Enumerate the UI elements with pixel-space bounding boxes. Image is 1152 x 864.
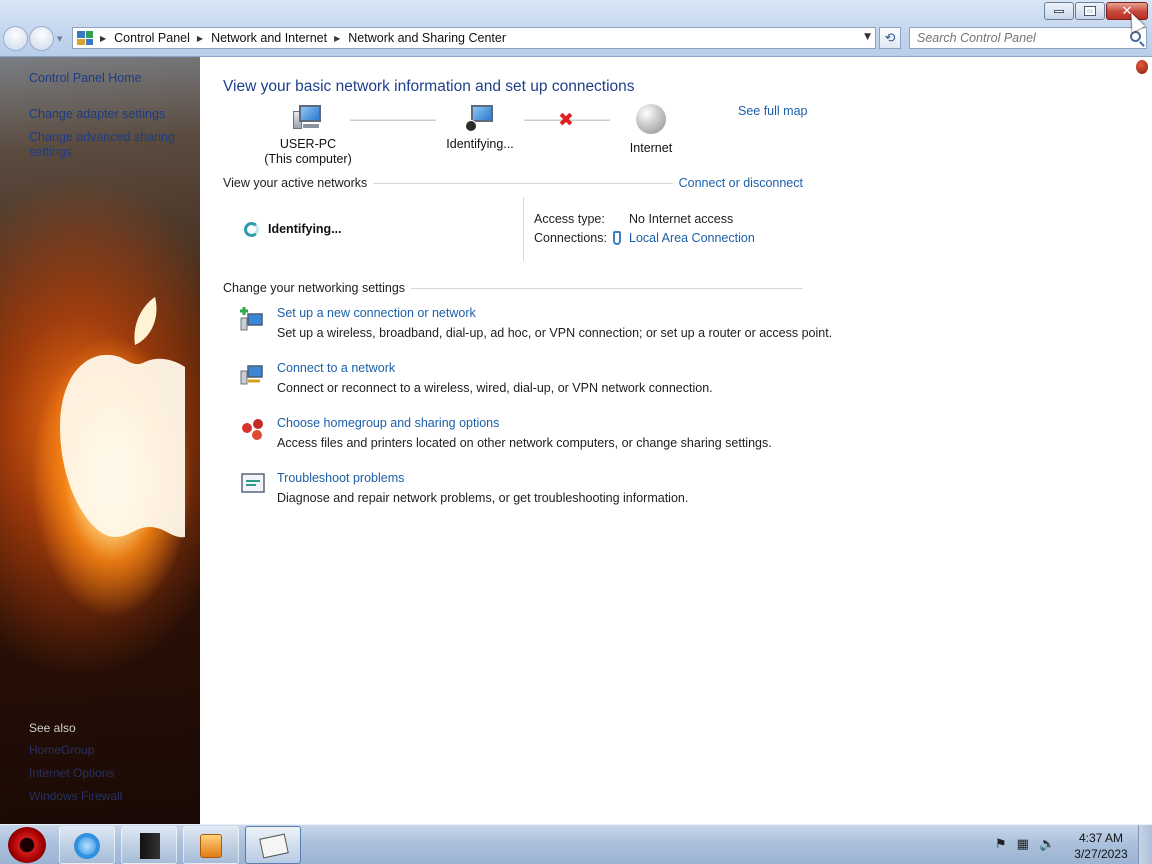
see-also-heading: See also <box>29 721 76 735</box>
taskbar: ⚑ ▦ 🔈 4:37 AM 3/27/2023 <box>0 824 1152 864</box>
troubleshoot-icon <box>241 473 265 493</box>
refresh-icon: ⟲ <box>884 30 896 46</box>
taskbar-control-panel[interactable] <box>245 826 301 864</box>
page-title: View your basic network information and … <box>223 78 635 95</box>
change-settings-header: Change your networking settings <box>223 281 803 295</box>
section-divider <box>373 182 673 184</box>
active-networks-title: View your active networks <box>223 176 368 190</box>
window-titlebar: ✕ ▼ ▶ Control Panel ▶ Network and Intern… <box>0 0 1152 57</box>
search-icon[interactable] <box>1130 31 1141 42</box>
left-navigation-pane: Control Panel Home Change adapter settin… <box>0 57 200 824</box>
system-clock[interactable]: 4:37 AM 3/27/2023 <box>1068 830 1134 862</box>
see-also-internet-options[interactable]: Internet Options <box>29 766 114 780</box>
internet-label: Internet <box>629 141 673 155</box>
setup-connection-link[interactable]: Set up a new connection or network <box>277 306 476 320</box>
search-box[interactable] <box>909 27 1147 49</box>
active-networks-header: View your active networks Connect or dis… <box>223 176 803 190</box>
system-tray: ⚑ ▦ 🔈 <box>995 837 1055 852</box>
new-connection-icon <box>240 307 263 331</box>
computer-name: USER-PC <box>279 137 337 151</box>
restore-icon <box>1084 6 1096 16</box>
network-details-divider <box>523 197 524 261</box>
network-identifying-icon <box>465 105 495 132</box>
taskbar-internet-explorer[interactable] <box>59 826 115 864</box>
network-icon[interactable]: ▦ <box>1017 837 1029 852</box>
control-panel-icon <box>77 31 93 45</box>
start-button[interactable] <box>8 827 46 863</box>
address-bar[interactable]: ▶ Control Panel ▶ Network and Internet ▶… <box>72 27 876 49</box>
breadcrumb-separator-icon[interactable]: ▶ <box>334 34 340 43</box>
sidebar-item-change-adapter-settings[interactable]: Change adapter settings <box>29 107 165 121</box>
network-node-label: Identifying... <box>446 137 514 151</box>
main-content: View your basic network information and … <box>200 57 1152 824</box>
sidebar-item-change-advanced-sharing[interactable]: Change advanced sharing <box>29 130 175 144</box>
taskbar-windows-explorer[interactable] <box>121 826 177 864</box>
address-dropdown-icon[interactable]: ▼ <box>864 32 871 42</box>
forward-button[interactable] <box>29 26 54 51</box>
no-connection-x-icon[interactable]: ✖ <box>558 111 574 130</box>
access-type-label: Access type: <box>534 212 605 226</box>
connect-network-link[interactable]: Connect to a network <box>277 361 395 375</box>
see-also-homegroup[interactable]: HomeGroup <box>29 743 94 757</box>
refresh-button[interactable]: ⟲ <box>879 27 901 49</box>
map-node-network[interactable]: Identifying... <box>430 105 530 152</box>
troubleshoot-link[interactable]: Troubleshoot problems <box>277 471 404 485</box>
action-center-flag-icon[interactable]: ⚑ <box>995 837 1007 852</box>
homegroup-sharing-link[interactable]: Choose homegroup and sharing options <box>277 416 499 430</box>
identifying-spinner-icon <box>244 222 259 237</box>
breadcrumb-separator-icon[interactable]: ▶ <box>197 34 203 43</box>
connections-label: Connections: <box>534 231 607 245</box>
internet-explorer-icon <box>74 833 100 859</box>
see-full-map-link[interactable]: See full map <box>738 104 807 118</box>
see-also-windows-firewall[interactable]: Windows Firewall <box>29 789 122 803</box>
navigation-buttons: ▼ <box>3 26 62 51</box>
section-divider <box>411 287 803 289</box>
sidebar-item-change-advanced-sharing-line2[interactable]: settings <box>29 145 72 159</box>
back-button[interactable] <box>3 26 28 51</box>
apple-logo-wallpaper <box>60 297 185 538</box>
minimize-button[interactable] <box>1044 2 1074 20</box>
media-player-icon <box>200 834 222 858</box>
connection-line-computer-network <box>350 119 436 121</box>
map-node-computer[interactable]: USER-PC (This computer) <box>258 105 358 167</box>
homegroup-icon <box>242 419 263 440</box>
access-type-value: No Internet access <box>629 212 734 226</box>
connect-network-icon <box>240 365 263 385</box>
breadcrumb-separator-icon[interactable]: ▶ <box>100 34 106 43</box>
search-input[interactable] <box>910 28 1110 48</box>
help-icon[interactable] <box>1136 60 1148 74</box>
setup-connection-desc: Set up a wireless, broadband, dial-up, a… <box>277 326 833 340</box>
computer-icon <box>293 105 323 131</box>
map-node-internet[interactable]: Internet <box>611 104 691 156</box>
breadcrumb-network-and-sharing-center[interactable]: Network and Sharing Center <box>348 31 506 45</box>
local-area-connection-link[interactable]: Local Area Connection <box>629 231 755 245</box>
change-settings-title: Change your networking settings <box>223 281 406 295</box>
restore-button[interactable] <box>1075 2 1105 20</box>
breadcrumb-control-panel[interactable]: Control Panel <box>114 31 190 45</box>
control-panel-taskbar-icon <box>259 833 289 859</box>
minimize-icon <box>1054 9 1064 13</box>
explorer-icon <box>140 833 160 859</box>
clock-date: 3/27/2023 <box>1074 847 1128 861</box>
breadcrumb-network-and-internet[interactable]: Network and Internet <box>211 31 327 45</box>
connect-or-disconnect-link[interactable]: Connect or disconnect <box>679 176 803 190</box>
active-network-name: Identifying... <box>268 222 342 236</box>
recent-pages-dropdown-icon[interactable]: ▼ <box>57 35 62 43</box>
taskbar-media-player[interactable] <box>183 826 239 864</box>
homegroup-sharing-desc: Access files and printers located on oth… <box>277 436 772 450</box>
computer-subtitle: (This computer) <box>264 152 352 166</box>
clock-time: 4:37 AM <box>1078 831 1124 845</box>
connect-network-desc: Connect or reconnect to a wireless, wire… <box>277 381 713 395</box>
ethernet-connection-icon[interactable] <box>613 231 621 245</box>
show-desktop-button[interactable] <box>1138 825 1152 864</box>
internet-globe-icon <box>636 104 666 134</box>
troubleshoot-desc: Diagnose and repair network problems, or… <box>277 491 689 505</box>
volume-muted-icon[interactable]: 🔈 <box>1039 837 1055 852</box>
sidebar-item-control-panel-home[interactable]: Control Panel Home <box>29 71 142 85</box>
